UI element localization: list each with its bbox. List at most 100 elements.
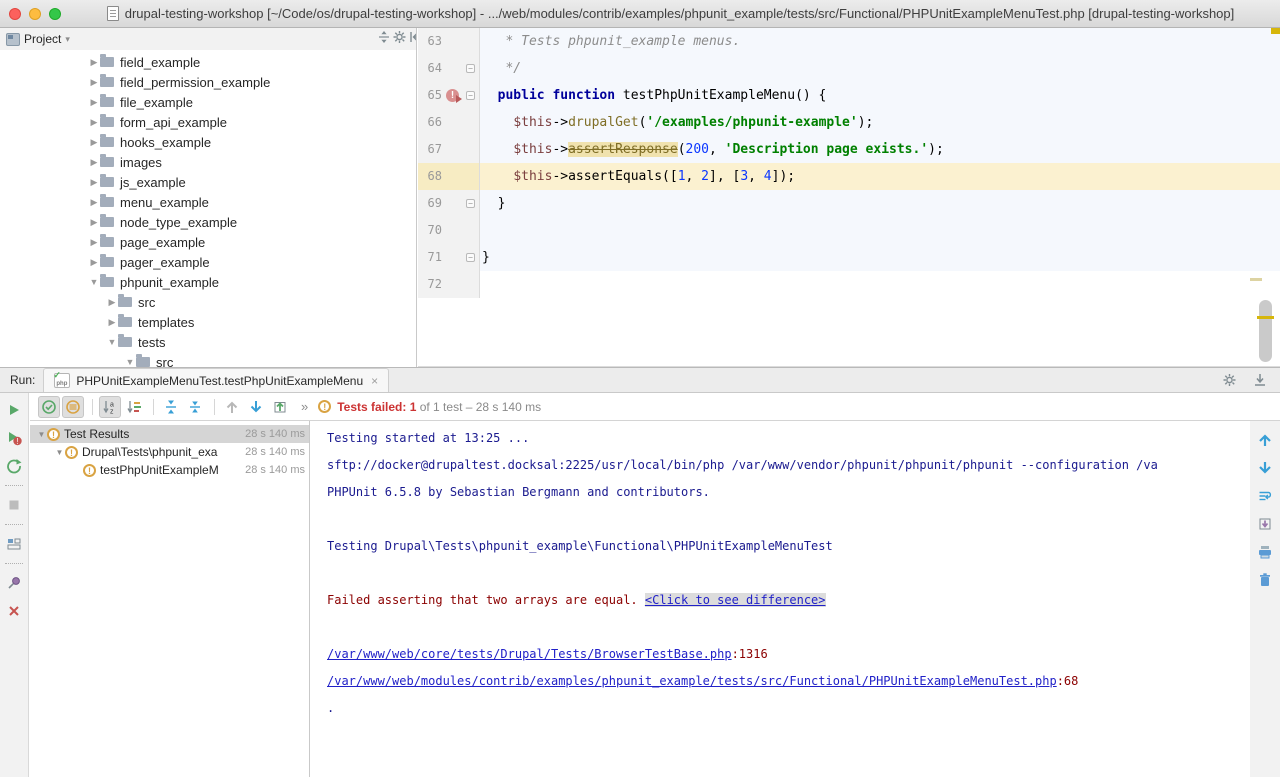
chevron-right-icon[interactable]: ▶ [106,297,118,308]
project-tree-item-field_example[interactable]: ▶field_example [0,52,416,72]
hide-panel-button[interactable] [408,29,417,50]
chevron-right-icon[interactable]: ▶ [88,177,100,188]
rerun-button[interactable] [3,399,25,421]
project-tree-item-js_example[interactable]: ▶js_example [0,172,416,192]
error-stripe-mark[interactable] [1250,278,1262,281]
chevron-right-icon[interactable]: ▶ [106,317,118,328]
project-tree-item-page_example[interactable]: ▶page_example [0,232,416,252]
show-passed-button[interactable] [38,396,60,418]
project-panel-title[interactable]: Project [24,32,61,46]
editor-line-69[interactable]: 69− } [418,190,1280,217]
editor-gutter[interactable]: 70 [418,217,480,244]
project-tree-item-src[interactable]: ▼src [0,352,416,367]
editor-gutter[interactable]: 64− [418,55,480,82]
print-button[interactable] [1254,541,1276,563]
close-window-button[interactable] [9,8,21,20]
project-tree-item-menu_example[interactable]: ▶menu_example [0,192,416,212]
settings-button[interactable] [392,29,408,50]
clear-all-button[interactable] [1254,569,1276,591]
project-tree-item-file_example[interactable]: ▶file_example [0,92,416,112]
editor-line-72[interactable]: 72 [418,271,1280,298]
chevron-right-icon[interactable]: ▶ [88,137,100,148]
chevron-right-icon[interactable]: ▶ [88,197,100,208]
code-editor[interactable]: 63 * Tests phpunit_example menus.64− */6… [418,28,1280,367]
editor-gutter[interactable]: 68 [418,163,480,190]
error-stripe-mark[interactable] [1271,28,1280,34]
chevron-right-icon[interactable]: ▶ [88,117,100,128]
chevron-right-icon[interactable]: ▶ [88,77,100,88]
project-tree-item-phpunit_example[interactable]: ▼phpunit_example [0,272,416,292]
chevron-down-icon[interactable]: ▼ [106,337,118,347]
close-button[interactable] [3,600,25,622]
sort-by-duration-button[interactable] [123,396,145,418]
editor-scrollbar[interactable] [1259,300,1272,362]
project-tree-item-images[interactable]: ▶images [0,152,416,172]
pin-tab-button[interactable] [3,572,25,594]
test-tree-item[interactable]: !testPhpUnitExampleM28 s 140 ms [30,461,309,479]
editor-line-68[interactable]: 68 $this->assertEquals([1, 2], [3, 4]); [418,163,1280,190]
editor-gutter[interactable]: 69− [418,190,480,217]
project-tree-item-pager_example[interactable]: ▶pager_example [0,252,416,272]
show-ignored-button[interactable] [62,396,84,418]
collapse-all-button[interactable] [184,396,206,418]
editor-gutter[interactable]: 72 [418,271,480,298]
import-test-results-button[interactable] [269,396,291,418]
editor-line-67[interactable]: 67 $this->assertResponse(200, 'Descripti… [418,136,1280,163]
editor-line-63[interactable]: 63 * Tests phpunit_example menus. [418,28,1280,55]
previous-failed-test-button[interactable] [221,396,243,418]
scroll-up-button[interactable] [1254,429,1276,451]
scroll-from-source-button[interactable] [376,29,392,50]
soft-wrap-button[interactable] [1254,485,1276,507]
test-tree-item[interactable]: ▼!Drupal\Tests\phpunit_exa28 s 140 ms [30,443,309,461]
scroll-to-end-button[interactable] [1254,513,1276,535]
chevron-right-icon[interactable]: ▶ [88,217,100,228]
fold-marker-icon[interactable]: − [466,91,475,100]
expand-all-button[interactable] [160,396,182,418]
project-tree-item-form_api_example[interactable]: ▶form_api_example [0,112,416,132]
fold-marker-icon[interactable]: − [466,64,475,73]
chevron-down-icon[interactable]: ▼ [36,430,47,439]
editor-gutter[interactable]: 65!− [418,82,480,109]
scroll-down-button[interactable] [1254,457,1276,479]
fold-marker-icon[interactable]: − [466,253,475,262]
editor-gutter[interactable]: 67 [418,136,480,163]
editor-gutter[interactable]: 66 [418,109,480,136]
project-tree-item-templates[interactable]: ▶templates [0,312,416,332]
rerun-failed-button[interactable]: ! [3,427,25,449]
restore-layout-button[interactable] [3,533,25,555]
chevron-down-icon[interactable]: ▼ [54,448,65,457]
chevron-down-icon[interactable]: ▼ [124,357,136,367]
editor-gutter[interactable]: 63 [418,28,480,55]
console-link[interactable]: /var/www/web/core/tests/Drupal/Tests/Bro… [327,647,732,661]
chevron-right-icon[interactable]: ▶ [88,97,100,108]
editor-line-71[interactable]: 71−} [418,244,1280,271]
chevron-down-icon[interactable]: ▼ [88,277,100,287]
chevron-down-icon[interactable]: ▾ [65,34,70,45]
editor-line-64[interactable]: 64− */ [418,55,1280,82]
zoom-window-button[interactable] [49,8,61,20]
editor-line-65[interactable]: 65!− public function testPhpUnitExampleM… [418,82,1280,109]
close-tab-icon[interactable]: × [371,374,378,388]
project-tree-item-field_permission_example[interactable]: ▶field_permission_example [0,72,416,92]
chevron-right-icon[interactable]: ▶ [88,57,100,68]
project-tree-item-src[interactable]: ▶src [0,292,416,312]
settings-button[interactable] [1220,371,1240,389]
more-chevrons-icon[interactable]: » [301,399,308,414]
stop-button[interactable] [3,494,25,516]
run-tab[interactable]: ✓php PHPUnitExampleMenuTest.testPhpUnitE… [43,368,389,392]
sort-alphabetically-button[interactable]: az [99,396,121,418]
minimize-window-button[interactable] [29,8,41,20]
console-link[interactable]: /var/www/web/modules/contrib/examples/ph… [327,674,1057,688]
editor-line-70[interactable]: 70 [418,217,1280,244]
test-console-output[interactable]: Testing started at 13:25 ...sftp://docke… [311,421,1250,777]
failed-test-run-icon[interactable]: ! [446,89,459,102]
project-tree-item-node_type_example[interactable]: ▶node_type_example [0,212,416,232]
hide-button[interactable] [1250,371,1270,389]
editor-line-66[interactable]: 66 $this->drupalGet('/examples/phpunit-e… [418,109,1280,136]
next-failed-test-button[interactable] [245,396,267,418]
chevron-right-icon[interactable]: ▶ [88,237,100,248]
editor-gutter[interactable]: 71− [418,244,480,271]
fold-marker-icon[interactable]: − [466,199,475,208]
chevron-right-icon[interactable]: ▶ [88,257,100,268]
project-tree-item-hooks_example[interactable]: ▶hooks_example [0,132,416,152]
